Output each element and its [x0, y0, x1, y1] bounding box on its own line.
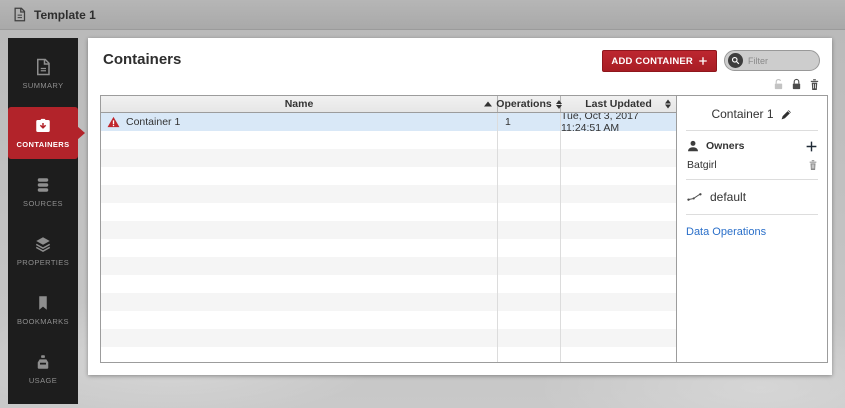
- document-icon: [12, 6, 27, 23]
- main-panel: Containers ADD CONTAINER: [88, 38, 832, 375]
- sidebar: SUMMARY CONTAINERS SOURCES PROPERTIES BO…: [8, 38, 78, 404]
- table-row-container-1[interactable]: Container 1 1 Tue, Oct 3, 2017 11:24:51 …: [101, 113, 676, 131]
- table-row-empty: [101, 257, 676, 275]
- table-row-empty: [101, 239, 676, 257]
- sort-icon: [665, 100, 671, 109]
- search-icon: [728, 53, 743, 68]
- sidebar-item-bookmarks[interactable]: BOOKMARKS: [8, 284, 78, 336]
- sidebar-item-usage[interactable]: USAGE: [8, 343, 78, 395]
- sidebar-item-label: SOURCES: [23, 199, 63, 208]
- filter-input[interactable]: [748, 56, 818, 66]
- table-row-empty: [101, 221, 676, 239]
- sidebar-item-label: PROPERTIES: [17, 258, 69, 267]
- containers-table: Name Operations Last Updated: [100, 95, 828, 363]
- filter-box[interactable]: [724, 50, 820, 71]
- sidebar-item-sources[interactable]: SOURCES: [8, 166, 78, 218]
- table-row-empty: [101, 203, 676, 221]
- container-name: Container 1: [126, 116, 180, 128]
- sidebar-item-summary[interactable]: SUMMARY: [8, 48, 78, 100]
- sort-asc-icon: [484, 102, 492, 107]
- person-icon: [686, 139, 700, 153]
- document-icon: [34, 58, 52, 76]
- container-detail-panel: Container 1 Owners Batgirl: [676, 96, 827, 362]
- table-row-empty: [101, 131, 676, 149]
- table-toolbar: [773, 78, 820, 91]
- plus-icon: [698, 56, 708, 66]
- warning-icon: [107, 116, 120, 128]
- owners-label: Owners: [706, 140, 745, 152]
- sidebar-item-properties[interactable]: PROPERTIES: [8, 225, 78, 277]
- table-row-empty: [101, 347, 676, 362]
- table-row-empty: [101, 311, 676, 329]
- add-owner-icon[interactable]: [805, 140, 818, 153]
- workflow-icon: [687, 192, 702, 203]
- workflow-name: default: [710, 190, 746, 204]
- table-row-empty: [101, 275, 676, 293]
- trash-icon[interactable]: [809, 78, 820, 91]
- lock-icon[interactable]: [791, 78, 802, 91]
- sidebar-item-label: BOOKMARKS: [17, 317, 69, 326]
- edit-pencil-icon[interactable]: [780, 108, 793, 121]
- owner-name: Batgirl: [687, 159, 717, 171]
- detail-title: Container 1: [711, 107, 773, 121]
- table-row-empty: [101, 329, 676, 347]
- add-container-label: ADD CONTAINER: [611, 56, 693, 67]
- add-container-button[interactable]: ADD CONTAINER: [602, 50, 717, 72]
- column-header-name[interactable]: Name: [101, 96, 498, 112]
- column-header-operations[interactable]: Operations: [498, 96, 561, 112]
- sidebar-item-containers[interactable]: CONTAINERS: [8, 107, 78, 159]
- operations-count: 1: [498, 113, 561, 131]
- delete-owner-icon[interactable]: [808, 159, 818, 171]
- table-row-empty: [101, 149, 676, 167]
- database-icon: [34, 176, 52, 194]
- usage-icon: [34, 353, 52, 371]
- table-row-empty: [101, 185, 676, 203]
- data-operations-link[interactable]: Data Operations: [686, 226, 766, 238]
- last-updated: Tue, Oct 3, 2017 11:24:51 AM: [561, 113, 676, 131]
- window-titlebar: Template 1: [0, 0, 845, 30]
- sidebar-item-label: SUMMARY: [23, 81, 64, 90]
- sidebar-item-label: USAGE: [29, 376, 57, 385]
- table-header: Name Operations Last Updated: [101, 96, 676, 113]
- table-row-empty: [101, 167, 676, 185]
- page-title: Containers: [103, 51, 181, 68]
- unlock-icon[interactable]: [773, 78, 784, 91]
- sidebar-item-label: CONTAINERS: [16, 140, 69, 149]
- table-row-empty: [101, 293, 676, 311]
- window-title: Template 1: [34, 8, 96, 22]
- container-icon: [34, 117, 52, 135]
- bookmark-icon: [34, 294, 52, 312]
- column-header-last-updated[interactable]: Last Updated: [561, 96, 676, 112]
- layers-icon: [34, 235, 52, 253]
